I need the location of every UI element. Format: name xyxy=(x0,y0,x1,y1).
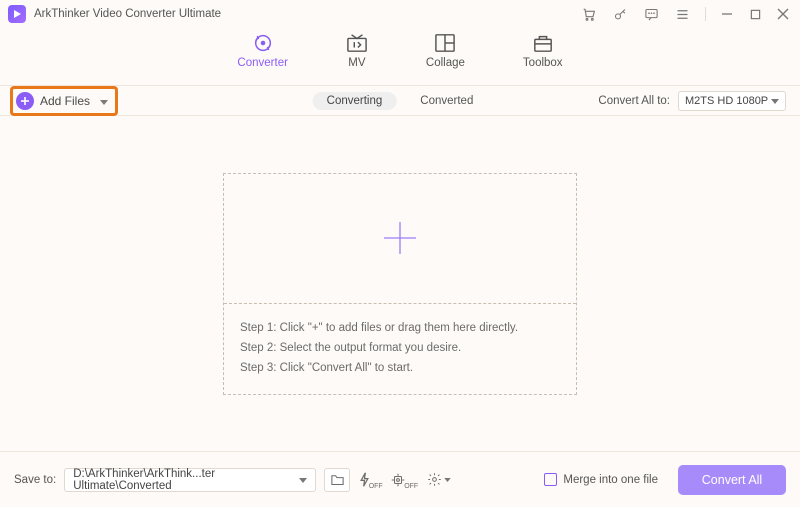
tab-converted[interactable]: Converted xyxy=(406,92,487,110)
save-to-label: Save to: xyxy=(14,474,56,486)
add-files-label: Add Files xyxy=(40,94,90,108)
toolbox-icon xyxy=(532,32,554,54)
tab-converting[interactable]: Converting xyxy=(313,92,397,110)
gpu-button[interactable]: OFF xyxy=(392,468,418,492)
title-actions xyxy=(581,6,706,22)
convert-all-button[interactable]: Convert All xyxy=(678,465,786,495)
drop-zone: Step 1: Click "+" to add files or drag t… xyxy=(223,173,577,395)
hw-accel-button[interactable]: OFF xyxy=(358,468,384,492)
collage-icon xyxy=(434,32,456,54)
open-folder-button[interactable] xyxy=(324,468,350,492)
caret-down-icon xyxy=(100,92,108,110)
output-format-select[interactable]: M2TS HD 1080P xyxy=(678,91,786,111)
merge-label: Merge into one file xyxy=(563,474,658,486)
add-files-button[interactable]: Add Files xyxy=(14,90,114,112)
tab-toolbox[interactable]: Toolbox xyxy=(523,32,563,69)
caret-down-icon xyxy=(771,95,779,107)
feedback-icon[interactable] xyxy=(643,6,659,22)
plus-icon xyxy=(16,92,34,110)
tab-label: Collage xyxy=(426,57,465,69)
close-button[interactable] xyxy=(776,7,790,21)
minimize-button[interactable] xyxy=(720,7,734,21)
cart-icon[interactable] xyxy=(581,6,597,22)
convert-all-to-label: Convert All to: xyxy=(598,95,670,107)
converter-icon xyxy=(252,32,274,54)
tab-label: Toolbox xyxy=(523,57,563,69)
divider xyxy=(705,7,706,21)
tab-converter[interactable]: Converter xyxy=(237,32,288,69)
caret-down-icon xyxy=(299,474,307,486)
maximize-button[interactable] xyxy=(748,7,762,21)
instructions: Step 1: Click "+" to add files or drag t… xyxy=(224,304,576,394)
folder-icon xyxy=(330,473,345,486)
gear-icon xyxy=(427,472,451,487)
status-tabs: Converting Converted xyxy=(313,92,488,110)
tab-mv[interactable]: MV xyxy=(346,32,368,69)
chip-icon: OFF xyxy=(391,473,419,487)
format-value: M2TS HD 1080P xyxy=(685,95,768,107)
window-controls xyxy=(720,7,790,21)
step-1: Step 1: Click "+" to add files or drag t… xyxy=(240,318,560,338)
step-3: Step 3: Click "Convert All" to start. xyxy=(240,358,560,378)
secondary-bar: Add Files Converting Converted Convert A… xyxy=(0,86,800,116)
tab-label: MV xyxy=(348,57,365,69)
tab-collage[interactable]: Collage xyxy=(426,32,465,69)
merge-checkbox[interactable]: Merge into one file xyxy=(544,473,658,486)
large-plus-icon xyxy=(378,216,422,260)
app-title: ArkThinker Video Converter Ultimate xyxy=(34,8,221,20)
bottom-bar: Save to: D:\ArkThinker\ArkThink...ter Ul… xyxy=(0,451,800,507)
titlebar: ArkThinker Video Converter Ultimate xyxy=(0,0,800,28)
step-2: Step 2: Select the output format you des… xyxy=(240,338,560,358)
logo-icon xyxy=(12,9,22,19)
caret-down-icon xyxy=(444,478,451,482)
settings-button[interactable] xyxy=(426,468,452,492)
convert-all-label: Convert All xyxy=(702,473,762,487)
mv-icon xyxy=(346,32,368,54)
main-area: Step 1: Click "+" to add files or drag t… xyxy=(0,116,800,451)
menu-icon[interactable] xyxy=(674,6,690,22)
bolt-icon: OFF xyxy=(359,472,384,487)
tab-label: Converter xyxy=(237,57,288,69)
key-icon[interactable] xyxy=(612,6,628,22)
save-path-value: D:\ArkThinker\ArkThink...ter Ultimate\Co… xyxy=(73,468,299,492)
checkbox-icon xyxy=(544,473,557,486)
app-logo xyxy=(8,5,26,23)
drop-zone-add[interactable] xyxy=(224,174,576,304)
main-tabs: Converter MV Collage Toolbox xyxy=(0,28,800,86)
save-path-select[interactable]: D:\ArkThinker\ArkThink...ter Ultimate\Co… xyxy=(64,468,316,492)
